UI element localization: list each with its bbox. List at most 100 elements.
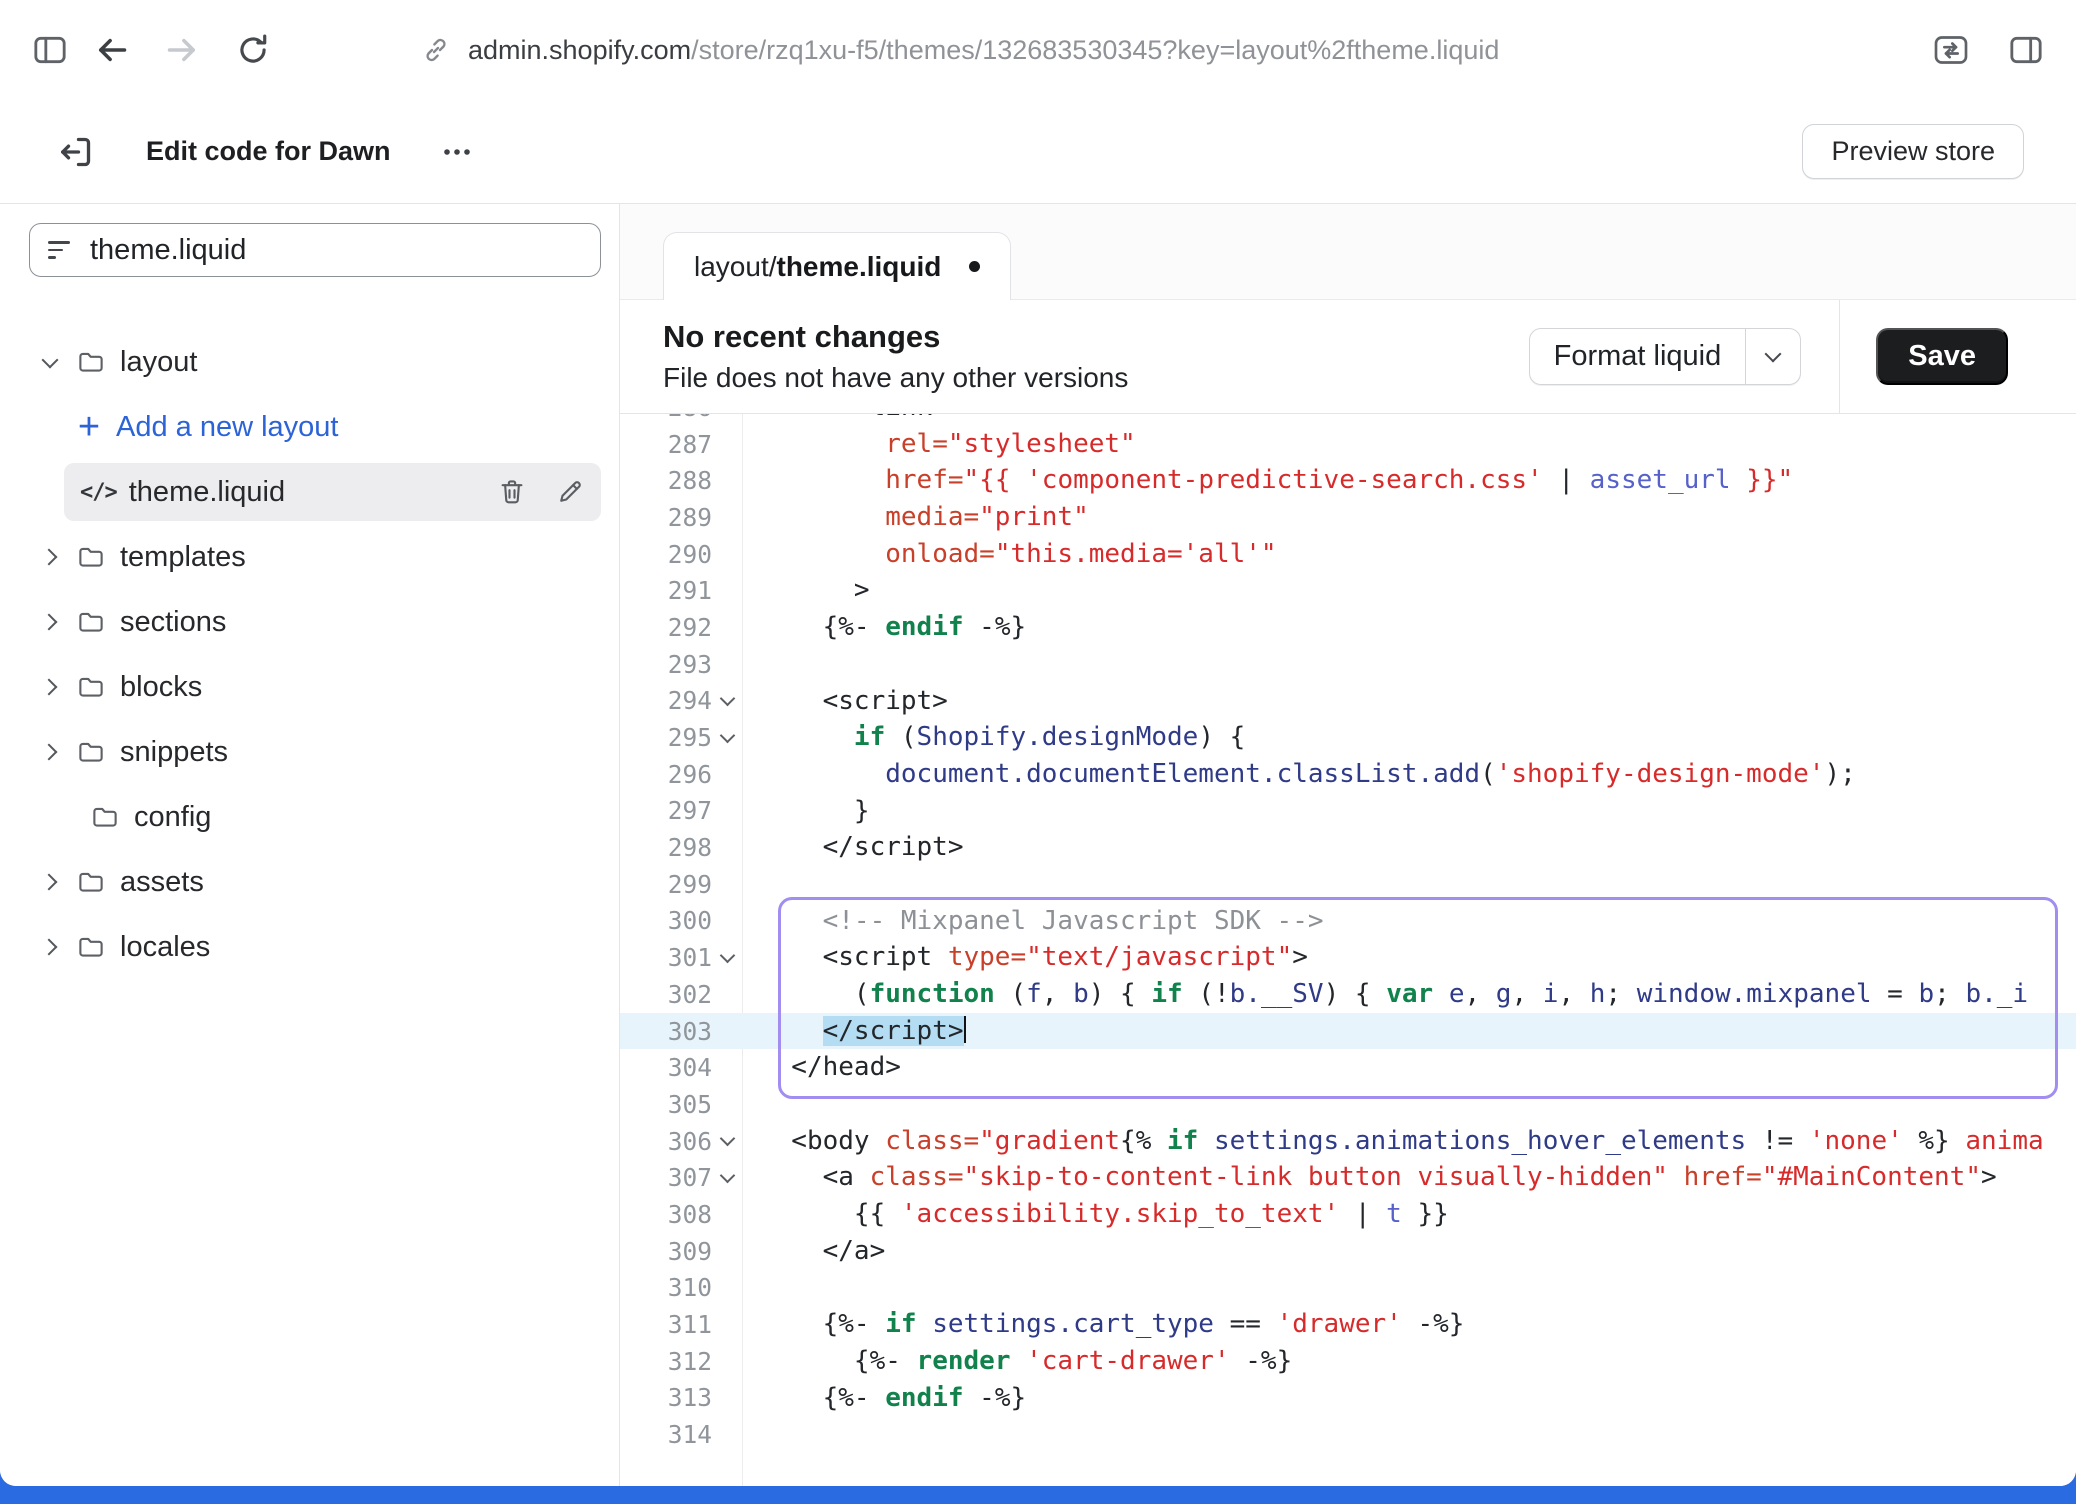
line-number: 291 xyxy=(668,576,712,605)
fold-chevron-icon[interactable] xyxy=(719,947,735,963)
code-line[interactable]: 308 {{ 'accessibility.skip_to_text' | t … xyxy=(620,1196,2076,1233)
status-title: No recent changes xyxy=(663,319,1128,355)
code-area[interactable]: 286 <link287 rel="stylesheet"288 href="{… xyxy=(620,414,2076,1486)
line-number: 304 xyxy=(668,1053,712,1082)
format-dropdown-button[interactable] xyxy=(1746,329,1800,384)
folder-label: templates xyxy=(120,541,246,574)
chevron-down-icon xyxy=(1765,345,1782,362)
code-line[interactable]: 293 xyxy=(620,646,2076,683)
save-button[interactable]: Save xyxy=(1876,328,2008,385)
folder-label: assets xyxy=(120,866,204,899)
fold-chevron-icon[interactable] xyxy=(719,691,735,707)
file-tree: layout +Add a new layout </>theme.liquid te… xyxy=(0,333,619,976)
line-number: 290 xyxy=(668,540,712,569)
right-panel-toggle-icon[interactable] xyxy=(2006,30,2046,70)
search-value: theme.liquid xyxy=(90,234,246,267)
code-line[interactable]: 312 {%- render 'cart-drawer' -%} xyxy=(620,1343,2076,1380)
code-line[interactable]: 288 href="{{ 'component-predictive-searc… xyxy=(620,462,2076,499)
search-input[interactable]: theme.liquid xyxy=(29,223,601,277)
code-line[interactable]: 295 if (Shopify.designMode) { xyxy=(620,719,2076,756)
code-line[interactable]: 307 <a class="skip-to-content-link butto… xyxy=(620,1159,2076,1196)
code-line[interactable]: 296 document.documentElement.classList.a… xyxy=(620,756,2076,793)
code-line[interactable]: 313 {%- endif -%} xyxy=(620,1380,2076,1417)
sidebar-folder-snippets[interactable]: snippets xyxy=(0,723,619,781)
code-line[interactable]: 300 <!-- Mixpanel Javascript SDK --> xyxy=(620,903,2076,940)
sidebar-folder-layout[interactable]: layout xyxy=(0,333,619,391)
line-number: 293 xyxy=(668,650,712,679)
code-line[interactable]: 294 <script> xyxy=(620,683,2076,720)
line-number: 286 xyxy=(668,414,712,422)
sidebar-file-theme-liquid[interactable]: </>theme.liquid xyxy=(64,463,601,521)
folder-label: sections xyxy=(120,606,226,639)
code-line[interactable]: 305 xyxy=(620,1086,2076,1123)
line-number: 314 xyxy=(668,1420,712,1449)
line-number: 307 xyxy=(668,1163,712,1192)
sidebar-folder-templates[interactable]: templates xyxy=(0,528,619,586)
filter-icon xyxy=(48,241,72,259)
sidebar-folder-blocks[interactable]: blocks xyxy=(0,658,619,716)
screenshot-stage: admin.shopify.com/store/rzq1xu-f5/themes… xyxy=(0,0,2076,1504)
line-number: 297 xyxy=(668,796,712,825)
sidebar-folder-locales[interactable]: locales xyxy=(0,918,619,976)
fold-chevron-icon[interactable] xyxy=(719,727,735,743)
code-line[interactable]: 297 } xyxy=(620,793,2076,830)
folder-icon xyxy=(76,347,106,377)
code-line[interactable]: 304 </head> xyxy=(620,1049,2076,1086)
url-host: admin.shopify.com xyxy=(468,35,691,65)
code-line[interactable]: 289 media="print" xyxy=(620,499,2076,536)
version-status: No recent changes File does not have any… xyxy=(663,319,1128,394)
code-line[interactable]: 299 xyxy=(620,866,2076,903)
address-bar[interactable]: admin.shopify.com/store/rzq1xu-f5/themes… xyxy=(420,34,1499,66)
chevron-down-icon xyxy=(38,350,62,374)
code-line[interactable]: 290 onload="this.media='all'" xyxy=(620,536,2076,573)
line-number: 302 xyxy=(668,980,712,1009)
folder-icon xyxy=(76,932,106,962)
forward-arrow-icon[interactable] xyxy=(162,30,202,70)
line-number: 288 xyxy=(668,466,712,495)
code-line[interactable]: 311 {%- if settings.cart_type == 'drawer… xyxy=(620,1306,2076,1343)
delete-file-icon[interactable] xyxy=(497,477,527,507)
sidebar-folder-sections[interactable]: sections xyxy=(0,593,619,651)
folder-icon xyxy=(76,737,106,767)
code-line[interactable]: 291 > xyxy=(620,572,2076,609)
toolbar-divider xyxy=(1839,300,1840,413)
code-line[interactable]: 287 rel="stylesheet" xyxy=(620,426,2076,463)
editor-toolbar: No recent changes File does not have any… xyxy=(620,300,2076,414)
fold-chevron-icon[interactable] xyxy=(719,1168,735,1184)
chevron-right-icon xyxy=(38,870,62,894)
tab-file-name: theme.liquid xyxy=(777,251,942,283)
code-line[interactable]: 301 <script type="text/javascript"> xyxy=(620,939,2076,976)
fold-chevron-icon[interactable] xyxy=(719,1131,735,1147)
code-line[interactable]: 306 <body class="gradient{% if settings.… xyxy=(620,1123,2076,1160)
code-line[interactable]: 310 xyxy=(620,1270,2076,1307)
tab-theme-liquid[interactable]: layout/theme.liquid xyxy=(663,232,1011,300)
sidebar-folder-assets[interactable]: assets xyxy=(0,853,619,911)
preview-store-button[interactable]: Preview store xyxy=(1802,124,2024,179)
code-line[interactable]: 309 </a> xyxy=(620,1233,2076,1270)
code-line[interactable]: 303 </script> xyxy=(620,1013,2076,1050)
line-number: 313 xyxy=(668,1383,712,1412)
edit-file-icon[interactable] xyxy=(555,477,585,507)
code-line[interactable]: 298 </script> xyxy=(620,829,2076,866)
back-arrow-icon[interactable] xyxy=(92,30,132,70)
code-lines: 286 <link287 rel="stylesheet"288 href="{… xyxy=(620,414,2076,1453)
sidebar-folder-config[interactable]: config xyxy=(0,788,619,846)
reload-icon[interactable] xyxy=(234,31,272,69)
format-liquid-button[interactable]: Format liquid xyxy=(1530,329,1746,384)
folder-label: config xyxy=(134,801,211,834)
folder-icon xyxy=(76,607,106,637)
sidebar-add-new-layout[interactable]: +Add a new layout xyxy=(0,398,619,456)
line-number: 312 xyxy=(668,1347,712,1376)
text-cursor xyxy=(964,1016,967,1043)
exit-editor-icon[interactable] xyxy=(56,132,96,172)
sidebar-toggle-icon[interactable] xyxy=(30,30,70,70)
action-label: Add a new layout xyxy=(116,411,338,444)
extensions-icon[interactable] xyxy=(1930,30,1972,70)
folder-icon xyxy=(76,672,106,702)
code-line[interactable]: 292 {%- endif -%} xyxy=(620,609,2076,646)
more-actions-icon[interactable] xyxy=(435,132,479,172)
code-line[interactable]: 314 xyxy=(620,1416,2076,1453)
folder-label: snippets xyxy=(120,736,228,769)
code-line[interactable]: 302 (function (f, b) { if (!b.__SV) { va… xyxy=(620,976,2076,1013)
code-line[interactable]: 286 <link xyxy=(620,414,2076,426)
